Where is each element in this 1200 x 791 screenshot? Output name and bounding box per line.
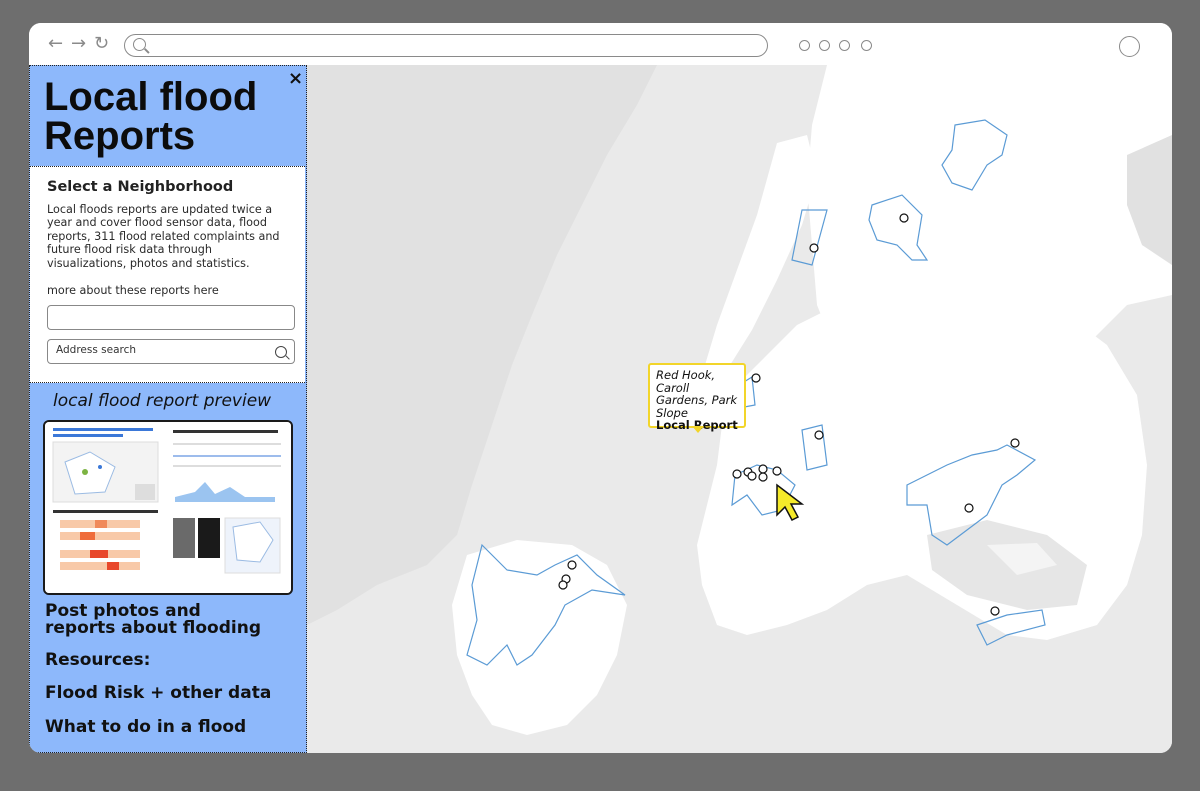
forward-arrow-icon[interactable]: →: [71, 34, 86, 54]
report-marker-icon[interactable]: [732, 469, 742, 479]
browser-toolbar: ← → ↻: [29, 23, 1172, 65]
flood-risk-link[interactable]: Flood Risk + other data: [45, 685, 271, 702]
search-icon[interactable]: [275, 346, 287, 358]
url-bar[interactable]: [124, 34, 768, 57]
profile-icon[interactable]: [1119, 36, 1140, 57]
more-about-link[interactable]: more about these reports here: [47, 284, 219, 297]
tooltip-report-link[interactable]: Local Report: [656, 419, 738, 432]
what-to-do-link[interactable]: What to do in a flood: [45, 719, 246, 736]
report-marker-icon[interactable]: [567, 560, 577, 570]
report-marker-icon[interactable]: [809, 243, 819, 253]
new-jersey-landmass: [307, 65, 657, 625]
toolbar-dot-icon[interactable]: [799, 40, 810, 51]
tooltip-place: Red Hook, Caroll Gardens, Park Slope: [656, 368, 738, 420]
reload-icon[interactable]: ↻: [94, 34, 109, 54]
report-marker-icon[interactable]: [758, 472, 768, 482]
preview-heading: local flood report preview: [53, 391, 272, 411]
sidebar-panel: × Local flood Reports Select a Neighborh…: [29, 65, 307, 753]
report-marker-icon[interactable]: [1010, 438, 1020, 448]
report-marker-icon[interactable]: [814, 430, 824, 440]
toolbar-dot-icon[interactable]: [861, 40, 872, 51]
neighborhood-select-input[interactable]: [47, 305, 295, 330]
report-tooltip[interactable]: Red Hook, Caroll Gardens, Park Slope Loc…: [648, 363, 746, 433]
toolbar-dot-icon[interactable]: [839, 40, 850, 51]
address-search-box[interactable]: [47, 339, 295, 364]
search-icon: [133, 38, 146, 51]
toolbar-dot-icon[interactable]: [819, 40, 830, 51]
report-preview-card[interactable]: [43, 420, 293, 595]
staten-island-landmass: [452, 540, 627, 735]
report-marker-icon[interactable]: [747, 471, 757, 481]
address-search-input[interactable]: [56, 344, 266, 356]
select-neighborhood-heading: Select a Neighborhood: [47, 179, 234, 195]
report-marker-icon[interactable]: [990, 606, 1000, 616]
report-marker-icon[interactable]: [772, 466, 782, 476]
report-marker-icon[interactable]: [751, 373, 761, 383]
post-photos-link[interactable]: Post photos and reports about flooding: [45, 603, 275, 637]
browser-window: ← → ↻ × Local flood Reports Select a Nei…: [29, 23, 1172, 753]
description-text: Local floods reports are updated twice a…: [47, 203, 280, 270]
page-title: Local flood Reports: [44, 75, 258, 158]
report-marker-icon[interactable]: [558, 580, 568, 590]
report-marker-icon[interactable]: [899, 213, 909, 223]
report-marker-icon[interactable]: [964, 503, 974, 513]
report-thumbnail: [45, 422, 291, 593]
intro-panel: Select a Neighborhood Local floods repor…: [30, 166, 305, 383]
report-marker-icon[interactable]: [758, 464, 768, 474]
resources-heading: Resources:: [45, 650, 151, 670]
back-arrow-icon[interactable]: ←: [48, 34, 63, 54]
